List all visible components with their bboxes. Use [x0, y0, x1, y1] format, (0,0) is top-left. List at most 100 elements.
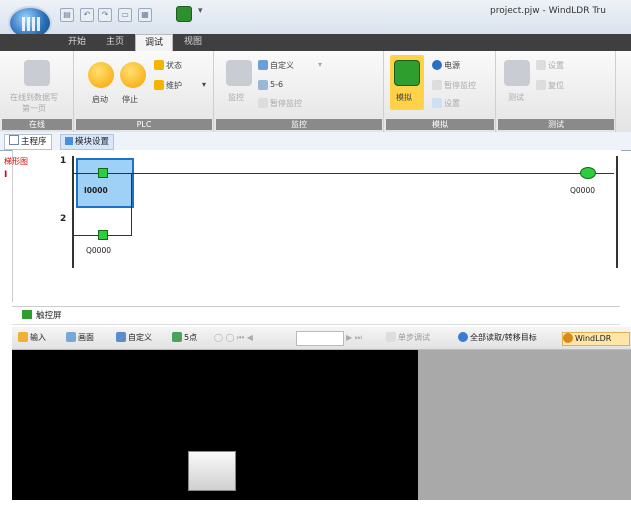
pause-monitor-icon[interactable]: [258, 98, 268, 108]
test-reset-label[interactable]: 复位: [548, 80, 564, 91]
sim-settings-icon[interactable]: [432, 98, 442, 108]
group-name-test: 测试: [498, 119, 614, 130]
redo-icon[interactable]: ↷: [98, 8, 112, 22]
rung-wire: [74, 173, 614, 174]
test-reset-icon[interactable]: [536, 80, 546, 90]
toolbar-points-button[interactable]: 5点: [172, 332, 197, 344]
simulation-icon: [394, 60, 420, 86]
simulation-label: 模拟: [396, 93, 412, 102]
maintenance-dropdown-icon[interactable]: ▾: [202, 80, 206, 89]
tab-main-program[interactable]: 主程序: [4, 134, 52, 150]
step-icon: [386, 332, 396, 342]
ribbon-tab-bar: [0, 34, 631, 51]
maintenance-icon[interactable]: [154, 80, 164, 90]
monitor-panel-header: [12, 306, 620, 325]
status-area: [0, 500, 631, 522]
undo-icon[interactable]: ↶: [80, 8, 94, 22]
toolbar-screen-button[interactable]: 画面: [66, 332, 94, 344]
toolbar-step-button[interactable]: 单步调试: [386, 332, 430, 344]
custom-icon: [116, 332, 126, 342]
sim-settings-label[interactable]: 设置: [444, 98, 460, 109]
toolbar-input-button[interactable]: 输入: [18, 332, 46, 344]
tab-module-settings-label: 模块设置: [75, 137, 110, 147]
monitor-5-6-icon[interactable]: [258, 80, 268, 90]
empty-area: [418, 350, 631, 500]
download-icon[interactable]: [24, 60, 50, 86]
tab-debug[interactable]: 调试: [135, 34, 173, 51]
toolbar-read-all-label: 全部读取/转移目标: [470, 333, 537, 342]
group-name-plc: PLC: [76, 119, 212, 130]
sim-pause-label[interactable]: 暂停监控: [444, 80, 476, 91]
rung-comment: 梯形图: [4, 157, 28, 166]
toolbar-input-label: 输入: [30, 333, 46, 342]
window-title: project.pjw - WindLDR Tru: [490, 6, 606, 16]
status-icon[interactable]: [154, 60, 164, 70]
touch-screen-button[interactable]: [188, 451, 236, 491]
right-power-rail: [616, 156, 618, 268]
save-icon[interactable]: ▤: [60, 8, 74, 22]
monitor-icon[interactable]: [226, 60, 252, 86]
tab-home[interactable]: 开始: [62, 34, 92, 51]
toolbar-custom-button[interactable]: 自定义: [116, 332, 152, 344]
toolbar-read-all-button[interactable]: 全部读取/转移目标: [458, 332, 537, 344]
quick-access-dropdown[interactable]: ▾: [198, 6, 203, 16]
points-icon: [172, 332, 182, 342]
contact-address[interactable]: I0000: [84, 186, 108, 195]
tab-module-settings[interactable]: 模块设置: [60, 134, 115, 150]
input-icon: [18, 332, 28, 342]
rung-marker: I: [4, 170, 8, 180]
toolbar-windldr-button[interactable]: WindLDR: [562, 332, 630, 346]
power-icon[interactable]: [432, 60, 442, 70]
coil-icon[interactable]: [580, 167, 596, 179]
maintenance-label[interactable]: 维护: [166, 80, 182, 91]
download-sublabel: 第一页: [22, 104, 46, 113]
monitor-5-6-label[interactable]: 5-6: [270, 80, 283, 89]
run-icon[interactable]: [88, 62, 114, 88]
contact-icon[interactable]: [98, 230, 108, 240]
download-label: 在线到数据写: [10, 93, 58, 102]
test-icon[interactable]: [504, 60, 530, 86]
test-settings-icon[interactable]: [536, 60, 546, 70]
group-name-online: 在线: [2, 119, 72, 130]
test-settings-label[interactable]: 设置: [548, 60, 564, 71]
app-logo-icon: [22, 17, 40, 31]
toolbar-step-label: 单步调试: [398, 333, 430, 342]
simulation-mode-icon[interactable]: [176, 6, 192, 22]
custom-monitor-dropdown-icon[interactable]: ▾: [318, 60, 322, 69]
selected-contact-cell[interactable]: [76, 158, 134, 208]
stop-icon[interactable]: [120, 62, 146, 88]
toolbar-nav-controls[interactable]: ◯ ◯ ⏮ ◀: [214, 332, 253, 344]
contact-address[interactable]: Q0000: [86, 246, 111, 255]
rung-number: 2: [60, 214, 67, 224]
group-name-simulation: 模拟: [386, 119, 494, 130]
group-name-monitor: 监控: [216, 119, 382, 130]
windldr-icon: [563, 333, 573, 343]
branch-wire: [131, 173, 132, 236]
module-icon: [65, 137, 73, 145]
sim-pause-icon[interactable]: [432, 80, 442, 90]
run-label: 启动: [92, 95, 108, 104]
monitor-panel-title: 触控屏: [36, 311, 62, 321]
custom-monitor-icon[interactable]: [258, 60, 268, 70]
pause-monitor-label[interactable]: 暂停监控: [270, 98, 302, 109]
page-input[interactable]: [296, 331, 344, 346]
cut-icon[interactable]: ▭: [118, 8, 132, 22]
status-label[interactable]: 状态: [166, 60, 182, 71]
test-label: 测试: [508, 93, 524, 102]
power-label[interactable]: 电源: [444, 60, 460, 71]
read-all-icon: [458, 332, 468, 342]
tab-view[interactable]: 视图: [178, 34, 208, 51]
toolbar-custom-label: 自定义: [128, 333, 152, 342]
touch-panel-icon: [22, 310, 32, 319]
tab-main-program-label: 主程序: [21, 137, 47, 147]
tab-main[interactable]: 主页: [100, 34, 130, 51]
copy-icon[interactable]: ▦: [138, 8, 152, 22]
program-icon: [9, 135, 19, 145]
coil-address[interactable]: Q0000: [570, 186, 595, 195]
contact-icon[interactable]: [98, 168, 108, 178]
toolbar-windldr-label: WindLDR: [575, 334, 612, 343]
toolbar-points-label: 5点: [184, 333, 198, 342]
monitor-label: 监控: [228, 93, 244, 102]
custom-monitor-label[interactable]: 自定义: [270, 60, 294, 71]
toolbar-next-controls[interactable]: ▶ ⏭: [346, 332, 362, 344]
